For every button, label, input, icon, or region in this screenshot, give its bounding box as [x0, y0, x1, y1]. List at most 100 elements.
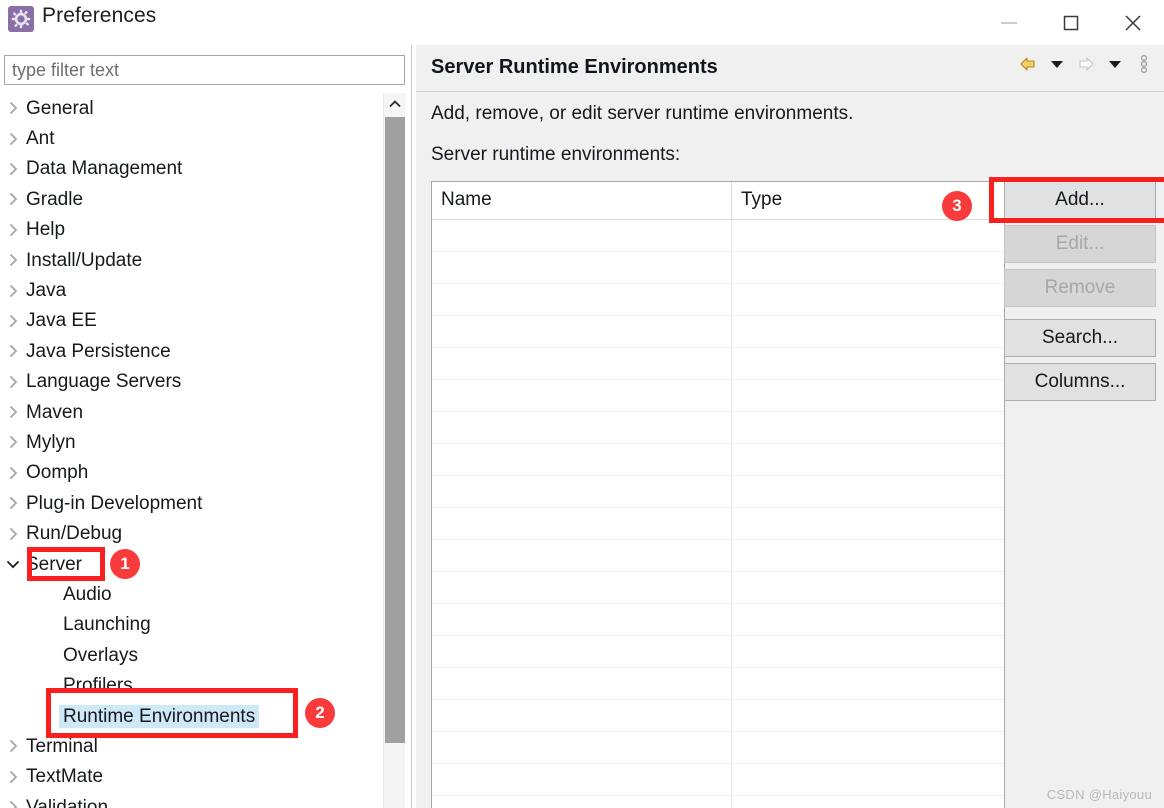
table-cell-type	[732, 604, 1004, 635]
table-cell-type	[732, 700, 1004, 731]
sidebar-item-label: Gradle	[26, 188, 84, 210]
sidebar-item-terminal[interactable]: Terminal	[0, 731, 382, 761]
table-cell-name	[432, 700, 732, 731]
chevron-right-icon[interactable]	[0, 284, 26, 298]
edit-button: Edit...	[1004, 225, 1156, 263]
table-row[interactable]	[432, 636, 1004, 668]
chevron-right-icon[interactable]	[0, 132, 26, 146]
chevron-right-icon[interactable]	[0, 314, 26, 328]
table-row[interactable]	[432, 508, 1004, 540]
table-label: Server runtime environments:	[431, 144, 681, 165]
chevron-right-icon[interactable]	[0, 253, 26, 267]
table-cell-name	[432, 604, 732, 635]
sidebar-item-java-persistence[interactable]: Java Persistence	[0, 336, 382, 366]
back-dropdown-chevron-down-icon[interactable]	[1045, 52, 1069, 76]
sidebar-item-java-ee[interactable]: Java EE	[0, 306, 382, 336]
maximize-icon[interactable]	[1040, 0, 1102, 45]
sidebar-item-label: Launching	[63, 614, 151, 636]
sidebar-item-data-management[interactable]: Data Management	[0, 154, 382, 184]
sidebar-item-general[interactable]: General	[0, 93, 382, 123]
chevron-right-icon[interactable]	[0, 101, 26, 115]
chevron-right-icon[interactable]	[0, 192, 26, 206]
chevron-down-icon[interactable]	[0, 558, 26, 570]
sidebar-item-launching[interactable]: Launching	[0, 610, 382, 640]
add-button[interactable]: Add...	[1004, 181, 1156, 219]
scrollbar-thumb[interactable]	[385, 117, 405, 743]
page-header: Server Runtime Environments	[416, 45, 1164, 92]
annotation-badge-2: 2	[305, 698, 335, 728]
sidebar-item-audio[interactable]: Audio	[0, 579, 382, 609]
sidebar-item-maven[interactable]: Maven	[0, 397, 382, 427]
chevron-right-icon[interactable]	[0, 375, 26, 389]
sidebar-item-run-debug[interactable]: Run/Debug	[0, 518, 382, 548]
table-row[interactable]	[432, 348, 1004, 380]
sidebar-item-label: TextMate	[26, 766, 104, 788]
table-row[interactable]	[432, 220, 1004, 252]
view-menu-icon[interactable]	[1132, 52, 1156, 76]
scroll-up-icon[interactable]	[384, 93, 406, 115]
table-cell-name	[432, 476, 732, 507]
chevron-right-icon[interactable]	[0, 527, 26, 541]
chevron-right-icon[interactable]	[0, 223, 26, 237]
table-row[interactable]	[432, 252, 1004, 284]
forward-arrow-icon[interactable]	[1074, 52, 1098, 76]
table-cell-name	[432, 796, 732, 808]
table-row[interactable]	[432, 412, 1004, 444]
forward-dropdown-chevron-down-icon[interactable]	[1103, 52, 1127, 76]
sidebar-item-label: General	[26, 97, 94, 119]
sidebar-item-ant[interactable]: Ant	[0, 123, 382, 153]
table-row[interactable]	[432, 476, 1004, 508]
columns-button[interactable]: Columns...	[1004, 363, 1156, 401]
chevron-right-icon[interactable]	[0, 405, 26, 419]
table-cell-name	[432, 540, 732, 571]
chevron-right-icon[interactable]	[0, 496, 26, 510]
chevron-right-icon[interactable]	[0, 800, 26, 808]
table-cell-name	[432, 348, 732, 379]
search-button[interactable]: Search...	[1004, 319, 1156, 357]
table-cell-name	[432, 220, 732, 251]
sidebar-item-overlays[interactable]: Overlays	[0, 640, 382, 670]
chevron-right-icon[interactable]	[0, 466, 26, 480]
sidebar-item-java[interactable]: Java	[0, 275, 382, 305]
table-row[interactable]	[432, 380, 1004, 412]
tree-scrollbar[interactable]	[383, 93, 406, 808]
table-row[interactable]	[432, 700, 1004, 732]
sidebar-item-profilers[interactable]: Profilers	[0, 670, 382, 700]
sidebar-item-gradle[interactable]: Gradle	[0, 184, 382, 214]
minimize-icon[interactable]	[978, 0, 1040, 45]
table-row[interactable]	[432, 284, 1004, 316]
sidebar-item-language-servers[interactable]: Language Servers	[0, 367, 382, 397]
table-row[interactable]	[432, 540, 1004, 572]
sidebar-item-help[interactable]: Help	[0, 215, 382, 245]
sidebar-item-mylyn[interactable]: Mylyn	[0, 427, 382, 457]
search-input[interactable]	[4, 55, 405, 85]
chevron-right-icon[interactable]	[0, 739, 26, 753]
chevron-right-icon[interactable]	[0, 770, 26, 784]
table-row[interactable]	[432, 604, 1004, 636]
table-cell-type	[732, 252, 1004, 283]
runtime-environments-table[interactable]: Name Type	[431, 181, 1005, 808]
sidebar-item-label: Ant	[26, 128, 55, 150]
table-row[interactable]	[432, 764, 1004, 796]
sidebar-item-oomph[interactable]: Oomph	[0, 458, 382, 488]
preferences-sidebar: General Ant Data Management Gradle Help Insta…	[0, 45, 415, 808]
table-row[interactable]	[432, 572, 1004, 604]
table-row[interactable]	[432, 316, 1004, 348]
chevron-right-icon[interactable]	[0, 344, 26, 358]
table-row[interactable]	[432, 668, 1004, 700]
sidebar-item-plug-in-development[interactable]: Plug-in Development	[0, 488, 382, 518]
chevron-right-icon[interactable]	[0, 435, 26, 449]
close-icon[interactable]	[1102, 0, 1164, 45]
sidebar-item-validation[interactable]: Validation	[0, 792, 382, 808]
sidebar-item-install-update[interactable]: Install/Update	[0, 245, 382, 275]
table-row[interactable]	[432, 444, 1004, 476]
table-cell-type	[732, 220, 1004, 251]
back-arrow-icon[interactable]	[1016, 52, 1040, 76]
table-row[interactable]	[432, 732, 1004, 764]
sidebar-item-textmate[interactable]: TextMate	[0, 762, 382, 792]
column-header-name[interactable]: Name	[432, 182, 732, 220]
watermark: CSDN @Haiyouu	[1046, 787, 1152, 802]
table-row[interactable]	[432, 796, 1004, 808]
sidebar-item-server[interactable]: Server	[0, 549, 382, 579]
chevron-right-icon[interactable]	[0, 162, 26, 176]
